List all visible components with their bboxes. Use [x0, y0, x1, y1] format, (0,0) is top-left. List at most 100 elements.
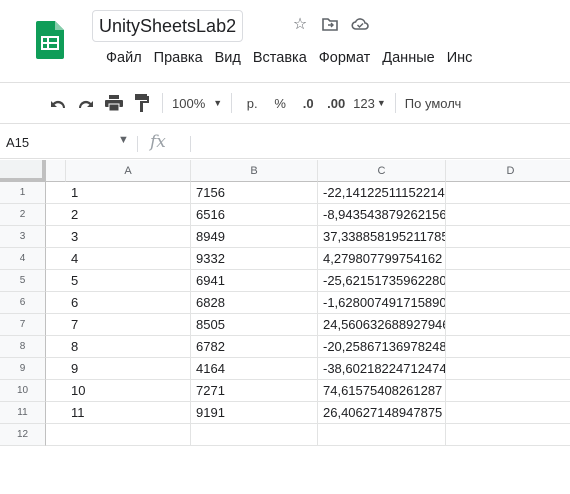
- percent-format-button[interactable]: %: [269, 89, 291, 117]
- move-folder-icon[interactable]: [320, 14, 340, 34]
- cell-c[interactable]: 4,279807799754162: [318, 248, 446, 270]
- row-header[interactable]: 5: [0, 270, 46, 292]
- cell-d[interactable]: [446, 270, 570, 292]
- row-spacer: [46, 182, 66, 204]
- menu-data[interactable]: Данные: [376, 46, 440, 70]
- redo-icon[interactable]: [75, 89, 97, 117]
- cell-a[interactable]: 10: [66, 380, 191, 402]
- menu-insert[interactable]: Вставка: [247, 46, 313, 70]
- cell-c[interactable]: -1,6280074917158909: [318, 292, 446, 314]
- cell-d[interactable]: [446, 226, 570, 248]
- row-header[interactable]: 6: [0, 292, 46, 314]
- menu-tools[interactable]: Инс: [441, 46, 479, 70]
- cloud-status-icon[interactable]: [350, 14, 370, 34]
- formula-divider: [190, 136, 191, 152]
- cell-a[interactable]: 2: [66, 204, 191, 226]
- undo-icon[interactable]: [47, 89, 69, 117]
- row-header[interactable]: 11: [0, 402, 46, 424]
- menu-edit[interactable]: Правка: [148, 46, 209, 70]
- cell-c[interactable]: 74,61575408261287: [318, 380, 446, 402]
- row-header[interactable]: 12: [0, 424, 46, 446]
- cell-b[interactable]: 6516: [191, 204, 318, 226]
- cell-d[interactable]: [446, 402, 570, 424]
- sheets-logo-icon[interactable]: [36, 21, 64, 59]
- column-header-a[interactable]: A: [66, 160, 191, 182]
- menu-view[interactable]: Вид: [209, 46, 247, 70]
- cell-c[interactable]: -38,602182247124745: [318, 358, 446, 380]
- print-icon[interactable]: [103, 89, 125, 117]
- more-formats-label: 123: [353, 95, 375, 111]
- column-header-d[interactable]: D: [446, 160, 570, 182]
- spreadsheet-grid: A B C D 1 1 7156 -22,141225111522143 2 2 6516 -8,94…: [0, 160, 570, 494]
- decrease-decimal-button[interactable]: .0: [297, 89, 319, 117]
- cell-c[interactable]: -8,943543879262156: [318, 204, 446, 226]
- cell-b[interactable]: [191, 424, 318, 446]
- row-header[interactable]: 7: [0, 314, 46, 336]
- name-box-dropdown-icon[interactable]: ▼: [118, 134, 129, 146]
- cell-a[interactable]: 6: [66, 292, 191, 314]
- star-icon[interactable]: ☆: [290, 14, 310, 34]
- cell-a[interactable]: 7: [66, 314, 191, 336]
- cell-a[interactable]: 5: [66, 270, 191, 292]
- font-family-select[interactable]: По умолч: [405, 89, 462, 117]
- cell-a[interactable]: [66, 424, 191, 446]
- zoom-select[interactable]: 100% ▼: [172, 89, 222, 117]
- cell-b[interactable]: 7271: [191, 380, 318, 402]
- cell-a[interactable]: 8: [66, 336, 191, 358]
- cell-d[interactable]: [446, 248, 570, 270]
- cell-a[interactable]: 9: [66, 358, 191, 380]
- cell-c[interactable]: -25,621517359622803: [318, 270, 446, 292]
- cell-a[interactable]: 3: [66, 226, 191, 248]
- column-header-b[interactable]: B: [191, 160, 318, 182]
- cell-b[interactable]: 6828: [191, 292, 318, 314]
- more-formats-button[interactable]: 123 ▼: [353, 89, 386, 117]
- cell-a[interactable]: 11: [66, 402, 191, 424]
- row-spacer: [46, 402, 66, 424]
- cell-d[interactable]: [446, 380, 570, 402]
- cell-b[interactable]: 6782: [191, 336, 318, 358]
- zoom-dropdown-icon: ▼: [213, 98, 223, 108]
- cell-c[interactable]: 24,560632688927946: [318, 314, 446, 336]
- cell-c[interactable]: 26,40627148947875: [318, 402, 446, 424]
- row-header[interactable]: 4: [0, 248, 46, 270]
- cell-d[interactable]: [446, 182, 570, 204]
- cell-b[interactable]: 8949: [191, 226, 318, 248]
- row-header[interactable]: 9: [0, 358, 46, 380]
- paint-format-icon[interactable]: [131, 89, 153, 117]
- cell-c[interactable]: 37,338858195211785: [318, 226, 446, 248]
- increase-decimal-button[interactable]: .00: [325, 89, 347, 117]
- row-header[interactable]: 2: [0, 204, 46, 226]
- menu-file[interactable]: Файл: [100, 46, 148, 70]
- select-all-corner[interactable]: [0, 160, 46, 182]
- name-box[interactable]: A15: [6, 135, 29, 150]
- cell-d[interactable]: [446, 204, 570, 226]
- formula-input[interactable]: [198, 135, 558, 153]
- row-header[interactable]: 1: [0, 182, 46, 204]
- cell-b[interactable]: 6941: [191, 270, 318, 292]
- cell-b[interactable]: 9332: [191, 248, 318, 270]
- cell-d[interactable]: [446, 292, 570, 314]
- column-header-c[interactable]: C: [318, 160, 446, 182]
- menu-bar: Файл Правка Вид Вставка Формат Данные Ин…: [100, 46, 478, 70]
- row-header[interactable]: 10: [0, 380, 46, 402]
- toolbar: 100% ▼ р. % .0 .00 123 ▼ По умолч: [0, 82, 570, 124]
- currency-format-button[interactable]: р.: [241, 89, 263, 117]
- cell-d[interactable]: [446, 336, 570, 358]
- cell-c[interactable]: -20,25867136978248: [318, 336, 446, 358]
- cell-b[interactable]: 8505: [191, 314, 318, 336]
- cell-a[interactable]: 4: [66, 248, 191, 270]
- cell-d[interactable]: [446, 424, 570, 446]
- row-spacer: [46, 270, 66, 292]
- cell-b[interactable]: 4164: [191, 358, 318, 380]
- cell-b[interactable]: 7156: [191, 182, 318, 204]
- cell-d[interactable]: [446, 358, 570, 380]
- row-header[interactable]: 8: [0, 336, 46, 358]
- cell-d[interactable]: [446, 314, 570, 336]
- cell-c[interactable]: -22,141225111522143: [318, 182, 446, 204]
- row-header[interactable]: 3: [0, 226, 46, 248]
- menu-format[interactable]: Формат: [313, 46, 377, 70]
- cell-c[interactable]: [318, 424, 446, 446]
- cell-a[interactable]: 1: [66, 182, 191, 204]
- document-title[interactable]: UnitySheetsLab2: [92, 10, 244, 42]
- cell-b[interactable]: 9191: [191, 402, 318, 424]
